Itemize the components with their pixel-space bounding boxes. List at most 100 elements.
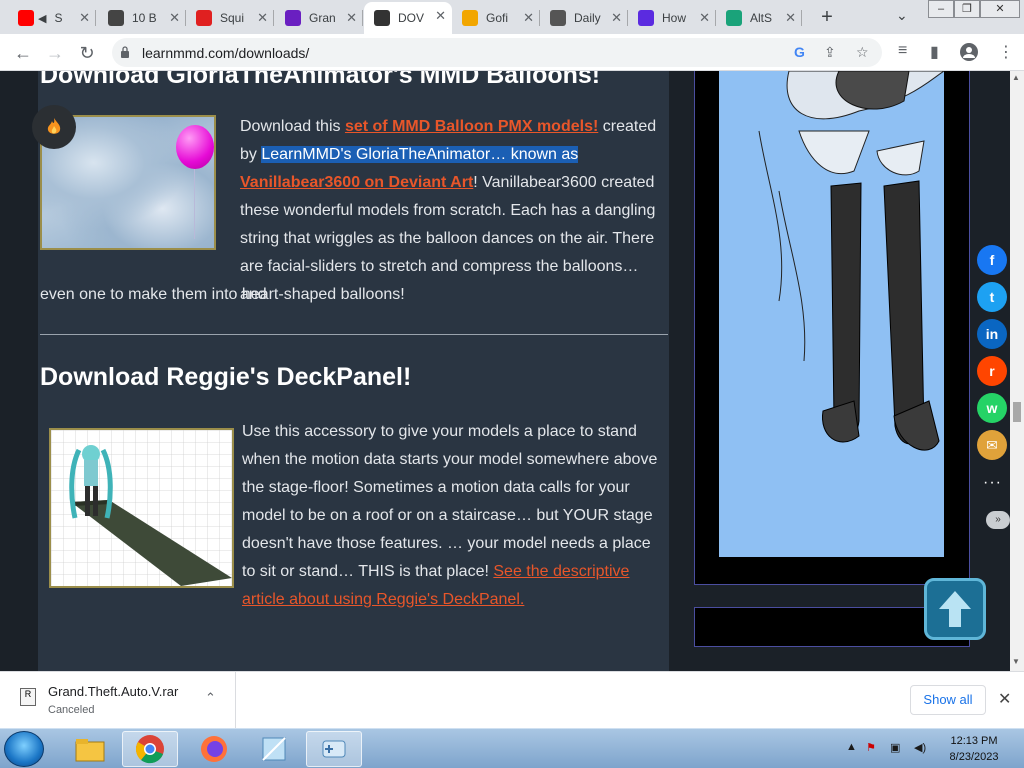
tab-title: DOV bbox=[398, 11, 425, 25]
alts-icon bbox=[726, 10, 742, 26]
delta-icon bbox=[638, 10, 654, 26]
scroll-up-arrow-icon[interactable]: ▲ bbox=[1012, 73, 1020, 82]
close-tab-icon[interactable]: ✕ bbox=[699, 10, 710, 26]
system-clock[interactable]: 12:13 PM 8/23/2023 bbox=[940, 733, 1008, 765]
tab-title: Daily bbox=[574, 11, 601, 25]
tab-separator bbox=[273, 10, 274, 26]
linkedin-icon[interactable]: in bbox=[977, 319, 1007, 349]
whatsapp-icon[interactable]: w bbox=[977, 393, 1007, 423]
browser-menu-icon[interactable]: ⋮ bbox=[998, 42, 1014, 62]
page-viewport: Download GloriaTheAnimator's MMD Balloon… bbox=[0, 71, 1010, 671]
close-tab-icon[interactable]: ✕ bbox=[169, 10, 180, 26]
facebook-icon[interactable]: f bbox=[977, 245, 1007, 275]
close-tab-icon[interactable]: ✕ bbox=[785, 10, 796, 26]
camera-icon bbox=[550, 10, 566, 26]
back-button[interactable]: ← bbox=[12, 42, 34, 64]
close-tab-icon[interactable]: ✕ bbox=[79, 10, 90, 26]
page-scrollbar[interactable]: ▲ ▼ bbox=[1010, 71, 1024, 671]
scrollbar-thumb[interactable] bbox=[1013, 402, 1021, 422]
clock-date: 8/23/2023 bbox=[949, 751, 999, 763]
tab-separator bbox=[362, 10, 363, 26]
tab-title: 10 B bbox=[132, 11, 157, 25]
chevron-up-icon[interactable]: ⌃ bbox=[205, 690, 216, 706]
balloon-pmx-link[interactable]: set of MMD Balloon PMX models! bbox=[345, 118, 598, 135]
firefox-icon[interactable] bbox=[186, 731, 242, 767]
download-status: Canceled bbox=[48, 704, 95, 716]
game-controller-icon[interactable] bbox=[306, 731, 362, 767]
twitter-icon[interactable]: t bbox=[977, 282, 1007, 312]
tab-strip: ◀ S ✕ 10 B ✕ Squi ✕ Gran ✕ DOV ✕ Gofi ✕ Daily ✕ How ✕ Alt… bbox=[0, 0, 1024, 34]
profile-avatar-icon[interactable] bbox=[960, 43, 978, 61]
bookmark-star-icon[interactable]: ☆ bbox=[856, 44, 869, 61]
deviantart-link[interactable]: Vanillabear3600 on Deviant Art bbox=[240, 174, 473, 191]
balloon-string bbox=[194, 169, 195, 239]
text-segment: Use this accessory to give your models a… bbox=[242, 423, 658, 580]
tab-search-chevron-icon[interactable]: ⌄ bbox=[896, 7, 908, 24]
reading-list-icon[interactable]: ≡ bbox=[898, 42, 907, 60]
lock-icon[interactable] bbox=[120, 46, 130, 58]
trending-fire-icon[interactable] bbox=[32, 105, 76, 149]
deckpanel-thumbnail[interactable] bbox=[49, 428, 234, 588]
close-tab-icon[interactable]: ✕ bbox=[523, 10, 534, 26]
tab-title: How bbox=[662, 11, 687, 25]
balloon-paragraph: Download this set of MMD Balloon PMX mod… bbox=[240, 113, 668, 309]
restore-button[interactable]: ❐ bbox=[954, 0, 980, 18]
share-collapse-icon[interactable]: » bbox=[986, 511, 1010, 529]
heading-balloons: Download GloriaTheAnimator's MMD Balloon… bbox=[40, 71, 601, 89]
browser-tab[interactable]: AltS ✕ bbox=[716, 4, 802, 32]
url-text[interactable]: learnmmd.com/downloads/ bbox=[142, 45, 309, 61]
character-legs-graphic bbox=[758, 71, 944, 451]
browser-tab[interactable]: Gofi ✕ bbox=[452, 4, 540, 32]
close-download-bar-icon[interactable]: ✕ bbox=[998, 689, 1011, 709]
tab-separator bbox=[801, 10, 802, 26]
volume-icon[interactable]: ◀) bbox=[914, 741, 926, 754]
show-all-downloads-button[interactable]: Show all bbox=[910, 685, 986, 715]
close-tab-icon[interactable]: ✕ bbox=[611, 10, 622, 26]
download-bar: R Grand.Theft.Auto.V.rar Canceled ⌃ Show… bbox=[0, 671, 1024, 729]
new-tab-button[interactable]: + bbox=[816, 6, 838, 29]
start-button[interactable] bbox=[4, 731, 44, 767]
balloon-graphic bbox=[176, 125, 214, 169]
section-divider bbox=[40, 334, 668, 335]
browser-tab[interactable]: How ✕ bbox=[628, 4, 716, 32]
close-tab-icon[interactable]: ✕ bbox=[435, 8, 446, 24]
side-panel-icon[interactable]: ▮ bbox=[930, 42, 939, 62]
sidebar-character-image bbox=[719, 71, 944, 557]
tab-separator bbox=[95, 10, 96, 26]
browser-tab[interactable]: Squi ✕ bbox=[186, 4, 274, 32]
browser-tab[interactable]: Daily ✕ bbox=[540, 4, 628, 32]
share-icon[interactable]: ⇪ bbox=[824, 44, 836, 61]
close-window-button[interactable]: ✕ bbox=[980, 0, 1020, 18]
more-share-icon[interactable]: ··· bbox=[983, 474, 1002, 492]
selected-text: LearnMMD's GloriaTheAnimator… known as bbox=[261, 146, 579, 163]
tab-title: Gofi bbox=[486, 11, 509, 25]
network-icon[interactable]: ▣ bbox=[890, 741, 900, 754]
show-hidden-icons-icon[interactable]: ▲ bbox=[846, 741, 857, 753]
forward-button[interactable]: → bbox=[44, 42, 66, 64]
close-tab-icon[interactable]: ✕ bbox=[257, 10, 268, 26]
notepad-icon[interactable] bbox=[246, 731, 302, 767]
reddit-icon[interactable]: r bbox=[977, 356, 1007, 386]
file-explorer-icon[interactable] bbox=[62, 731, 118, 767]
browser-tab[interactable]: ◀ S ✕ bbox=[8, 4, 96, 32]
google-lens-icon[interactable]: G bbox=[794, 44, 805, 60]
action-center-flag-icon[interactable]: ⚑ bbox=[866, 741, 876, 754]
balloon-paragraph-end: even one to make them into heart-shaped … bbox=[40, 286, 405, 303]
address-bar[interactable]: learnmmd.com/downloads/ G ⇪ ☆ bbox=[112, 38, 882, 67]
download-item[interactable]: R Grand.Theft.Auto.V.rar Canceled ⌃ bbox=[0, 672, 236, 729]
arrow-up-icon bbox=[939, 591, 971, 627]
browser-tab[interactable]: 10 B ✕ bbox=[98, 4, 186, 32]
browser-tab[interactable]: DOV ✕ bbox=[364, 2, 452, 34]
reload-button[interactable]: ↻ bbox=[76, 42, 98, 64]
scroll-to-top-button[interactable] bbox=[924, 578, 986, 640]
browser-tab[interactable]: Gran ✕ bbox=[275, 4, 363, 32]
speaker-icon[interactable]: ◀ bbox=[38, 12, 46, 25]
scroll-down-arrow-icon[interactable]: ▼ bbox=[1012, 657, 1020, 666]
close-tab-icon[interactable]: ✕ bbox=[346, 10, 357, 26]
youtube-icon bbox=[18, 10, 34, 26]
clock-time: 12:13 PM bbox=[950, 735, 998, 747]
chrome-icon[interactable] bbox=[122, 731, 178, 767]
minimize-button[interactable]: – bbox=[928, 0, 954, 18]
email-icon[interactable]: ✉ bbox=[977, 430, 1007, 460]
tab-title: Gran bbox=[309, 11, 336, 25]
